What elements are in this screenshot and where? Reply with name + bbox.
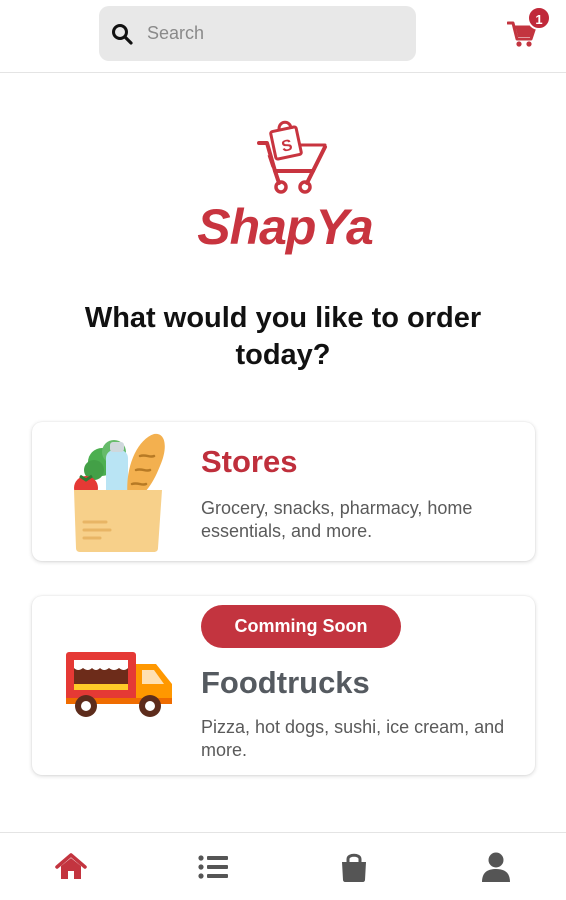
nav-orders[interactable] [197,851,229,883]
shopping-bag-icon [342,853,366,882]
food-truck-icon [66,652,172,717]
top-bar: 1 [0,0,566,73]
foodtrucks-title: Foodtrucks [201,665,370,700]
nav-home[interactable] [55,851,87,883]
coming-soon-badge: Comming Soon [201,605,401,648]
stores-title: Stores [201,444,298,479]
home-icon [55,853,87,879]
list-icon [198,855,228,879]
cart-button[interactable]: 1 [505,6,551,54]
foodtrucks-description: Pizza, hot dogs, sushi, ice cream, and m… [201,717,505,760]
shopping-cart-logo-icon: S [257,120,327,194]
bottom-navigation [0,832,566,900]
foodtrucks-card[interactable]: Comming Soon Foodtrucks Pizza, hot dogs,… [32,596,535,775]
nav-profile[interactable] [480,851,512,883]
page-title: What would you like to order today? [84,302,482,371]
user-icon [482,852,510,882]
nav-bag[interactable] [338,851,370,883]
search-input[interactable] [147,6,407,61]
svg-text:S: S [280,137,294,156]
stores-description: Grocery, snacks, pharmacy, home essentia… [201,498,473,541]
search-bar[interactable] [99,6,416,61]
cart-count-badge: 1 [527,6,551,30]
brand-logo: S ShapYa [195,115,375,260]
grocery-bag-icon [74,433,165,552]
stores-card[interactable]: Stores Grocery, snacks, pharmacy, home e… [32,422,535,561]
brand-name: ShapYa [197,199,374,255]
search-icon [112,24,133,45]
